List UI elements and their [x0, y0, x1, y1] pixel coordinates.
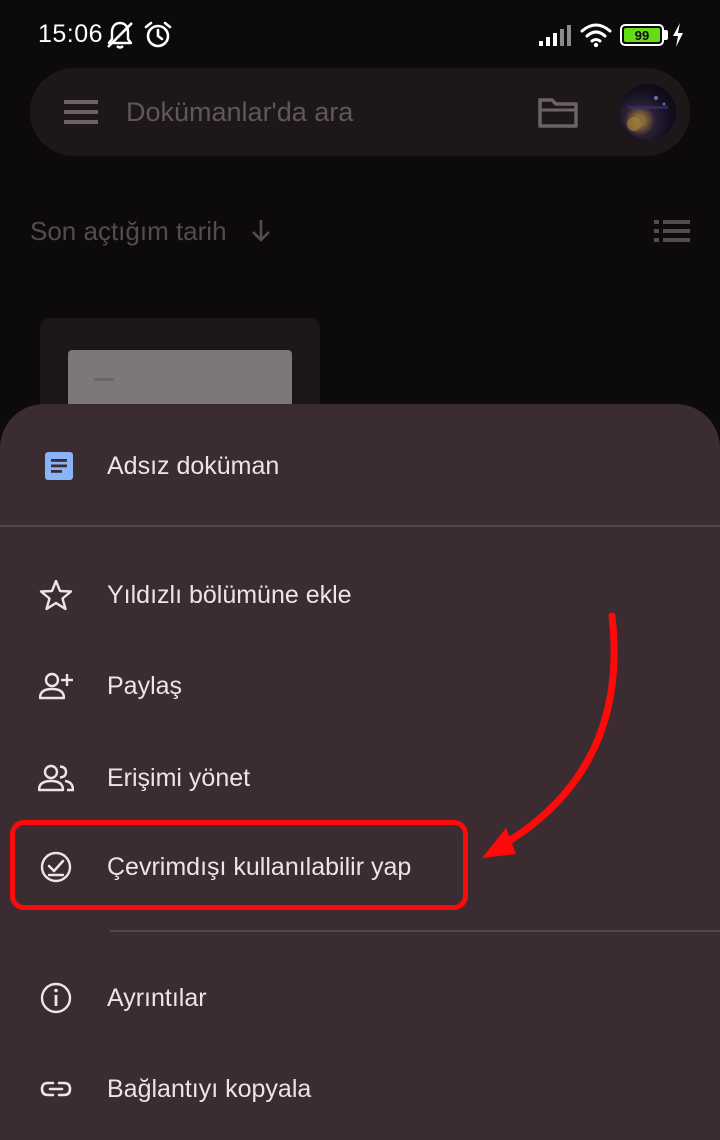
menu-item-label: Erişimi yönet — [107, 764, 251, 792]
folder-icon[interactable] — [536, 92, 580, 132]
sheet-header: Adsız doküman — [0, 404, 720, 526]
status-time: 15:06 — [38, 20, 104, 48]
battery-icon: 99 — [620, 24, 664, 46]
search-input[interactable] — [126, 92, 526, 132]
info-icon — [40, 982, 72, 1014]
search-bar[interactable] — [30, 68, 690, 156]
header-divider — [0, 525, 720, 527]
wifi-icon — [580, 23, 612, 48]
menu-divider — [110, 930, 720, 932]
annotation-arrow-icon — [482, 612, 618, 858]
avatar[interactable] — [620, 84, 676, 140]
battery-tip — [664, 30, 668, 40]
docs-file-icon — [45, 452, 73, 480]
annotation-highlight-box — [10, 820, 468, 910]
signal-icon — [539, 25, 571, 46]
arrow-down-icon[interactable] — [250, 218, 272, 244]
sort-row[interactable]: Son açtığım tarih — [30, 214, 690, 250]
person-add-icon — [38, 672, 73, 700]
menu-item-label: Yıldızlı bölümüne ekle — [107, 581, 352, 609]
people-icon — [38, 764, 74, 792]
list-view-icon[interactable] — [654, 218, 690, 244]
hamburger-menu-icon[interactable] — [58, 94, 104, 130]
menu-item-details[interactable]: Ayrıntılar — [0, 964, 720, 1036]
menu-item-label: Paylaş — [107, 672, 183, 700]
avatar-image — [627, 96, 668, 131]
mute-icon — [107, 21, 133, 49]
link-icon — [40, 1081, 72, 1097]
menu-item-label: Bağlantıyı kopyala — [107, 1075, 312, 1103]
menu-item-copy-link[interactable]: Bağlantıyı kopyala — [0, 1055, 720, 1127]
sort-label[interactable]: Son açtığım tarih — [30, 216, 227, 247]
menu-item-label: Ayrıntılar — [107, 984, 207, 1012]
screen: 15:06 99 Dokümanlar'da ara Son açtığım t… — [0, 0, 720, 1140]
status-bar: 15:06 99 — [0, 0, 720, 70]
charging-icon — [673, 23, 683, 47]
thumbnail-text-line — [94, 378, 114, 381]
bottom-sheet: Adsız doküman Yıldızlı bölümüne ekle Pay… — [0, 404, 720, 1140]
sheet-title: Adsız doküman — [107, 452, 280, 480]
alarm-icon — [144, 21, 172, 48]
battery-level: 99 — [634, 27, 650, 43]
star-icon — [39, 579, 73, 611]
